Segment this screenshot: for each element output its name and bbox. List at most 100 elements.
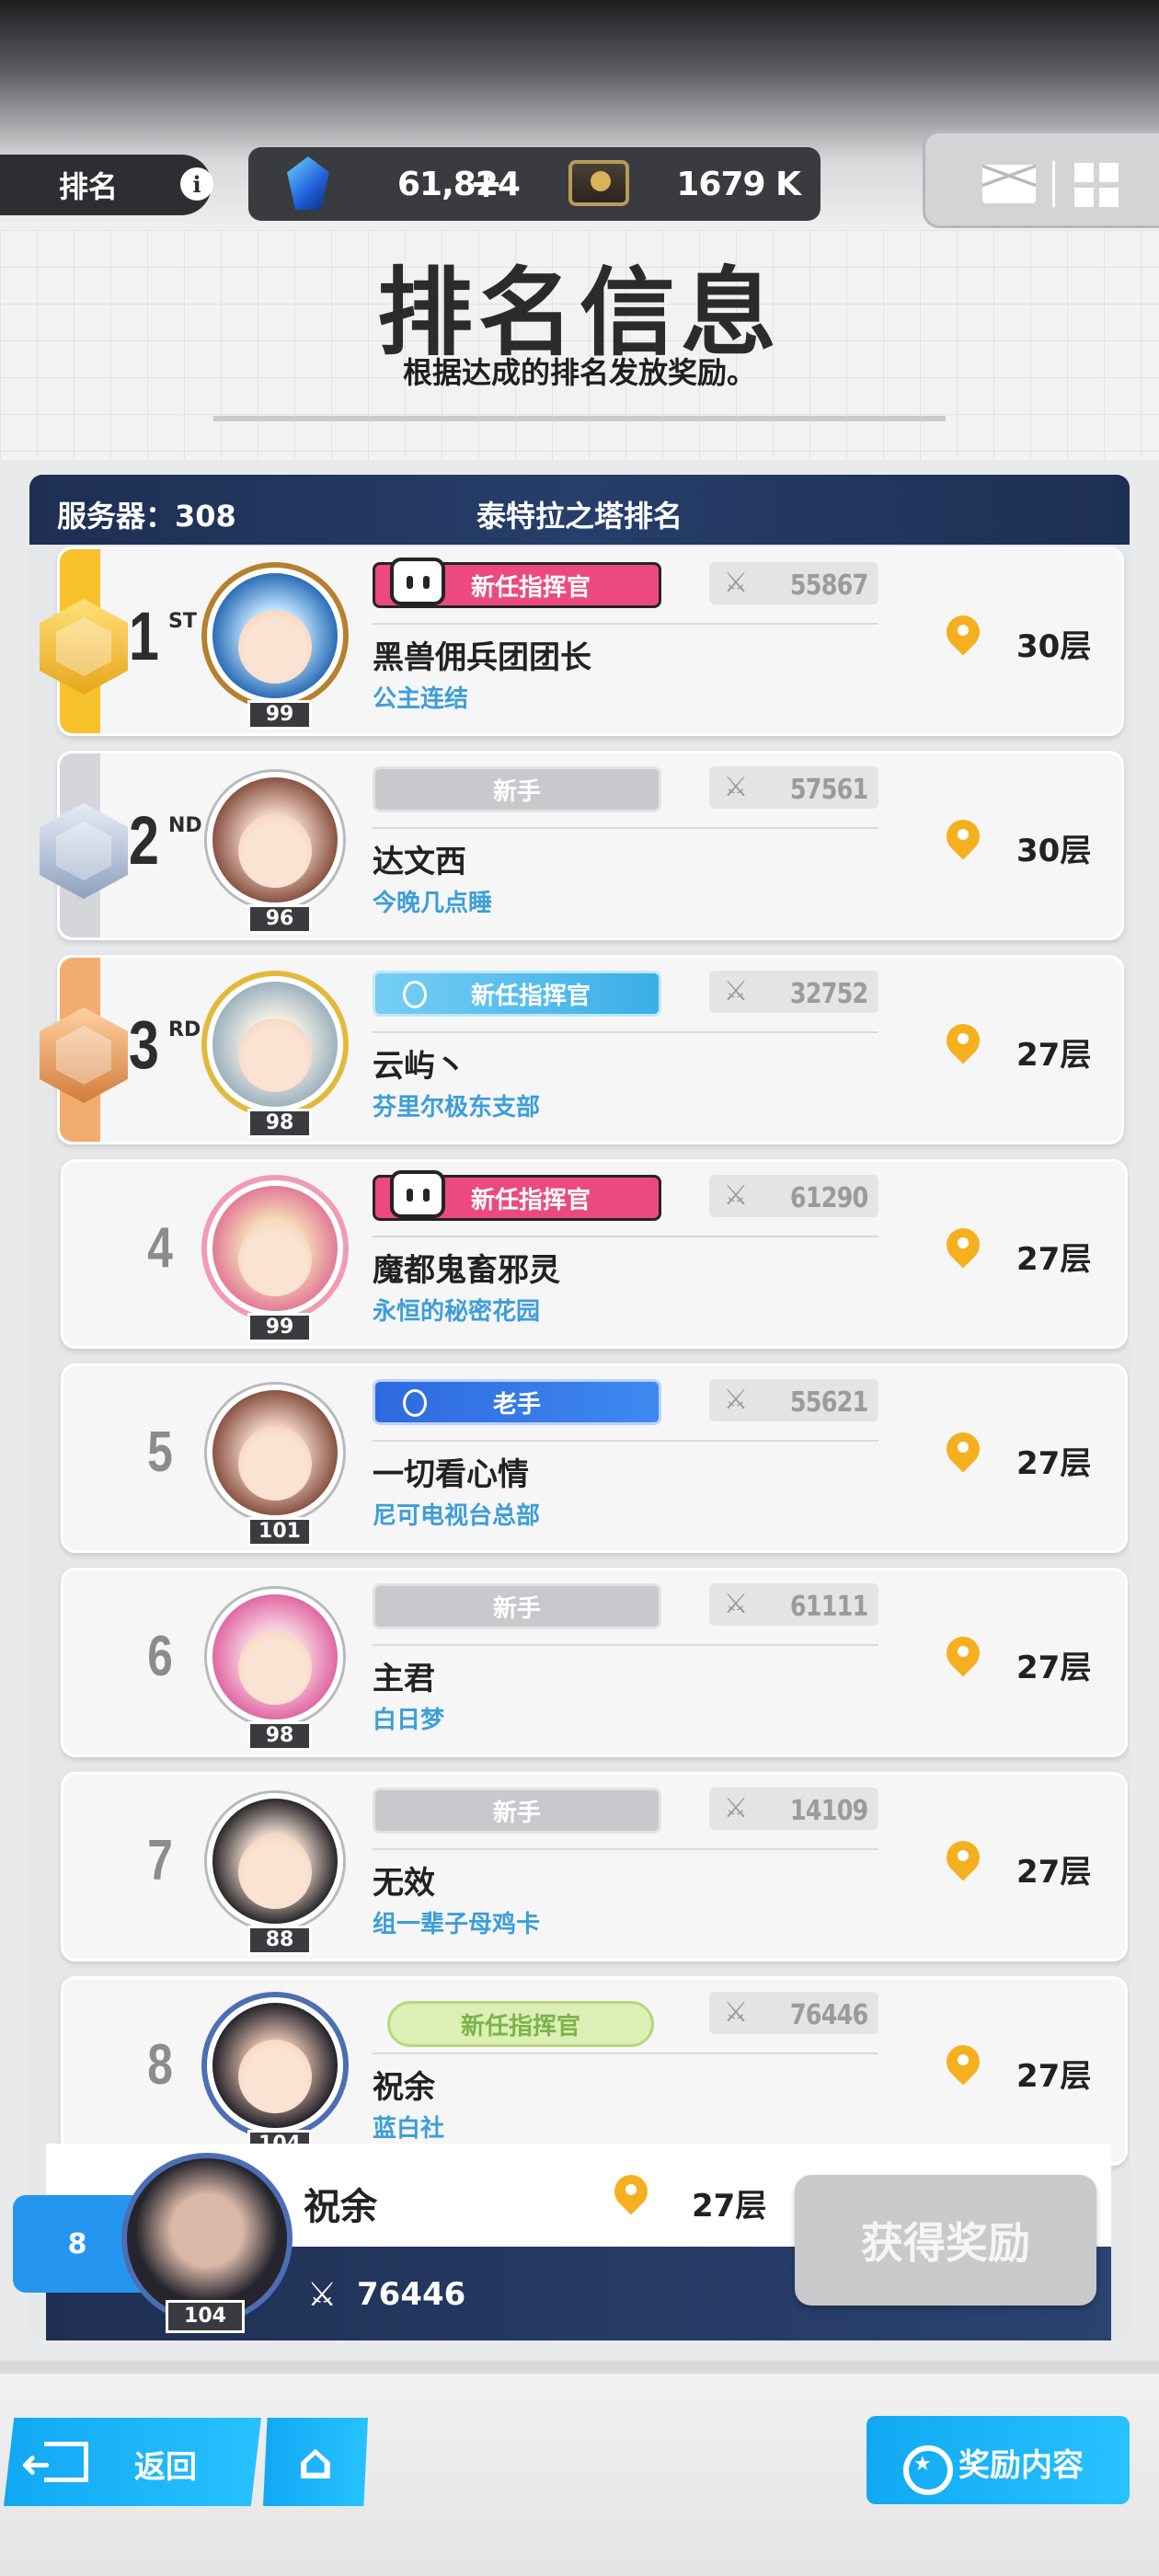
ranking-row[interactable]: 5 101 老手 ⚔ 55621 一切看心情 尼可电视台总部 27层 [61,1363,1128,1553]
claim-reward-button[interactable]: 获得奖励 [795,2175,1096,2306]
ranking-row[interactable]: 4 99 新任指挥官 ⚔ 61290 魔都鬼畜邪灵 永恒的秘密花园 27层 [61,1159,1128,1349]
player-name: 云屿丶 [373,1048,466,1085]
title-badge: 新手 [373,1788,661,1834]
level-tag: 101 [247,1517,312,1547]
rank-number: 5 [147,1420,173,1484]
ranking-row[interactable]: 8 104 新任指挥官 ⚔ 76446 祝余 蓝白社 27层 [61,1976,1128,2166]
avatar[interactable] [207,1997,343,2133]
guild-name: 蓝白社 [373,2115,445,2143]
divider [373,623,878,625]
divider [373,1848,878,1850]
crossed-swords-icon: ⚔ [307,2276,338,2314]
my-rank-number: 8 [67,2227,87,2260]
tv-icon [390,558,445,605]
floor-value: 30层 [1016,833,1092,869]
rank-number: 6 [147,1625,173,1688]
location-pin-icon [947,1228,980,1276]
level-tag: 88 [247,1926,312,1955]
back-label: 返回 [134,2449,197,2486]
gem-icon [287,156,329,210]
divider [373,827,878,829]
avatar[interactable] [207,1385,343,1521]
rank-suffix: ND [168,814,202,837]
rank-number: 2 [129,802,159,879]
power-box: ⚔ 61111 [709,1583,878,1626]
bottom-divider [0,2361,1159,2374]
player-name: 黑兽佣兵团团长 [373,639,591,676]
avatar[interactable] [207,772,343,908]
avatar[interactable] [207,568,343,704]
location-pin-icon [947,820,980,868]
tv-icon [390,1170,445,1218]
rewards-content-button[interactable]: 奖励内容 [866,2416,1130,2504]
floor-value: 27层 [1016,1650,1092,1686]
panel-header: 服务器：308 泰特拉之塔排名 [29,475,1130,545]
ranking-row[interactable]: 7 88 新手 ⚔ 14109 无效 组一辈子母鸡卡 27层 [61,1772,1128,1961]
level-tag: 98 [247,1721,312,1751]
power-box: ⚔ 57561 [709,766,878,809]
location-pin-icon [947,2045,980,2093]
my-player-name: 祝余 [304,2186,377,2228]
rank-number: 3 [129,1006,159,1083]
title-badge-label: 新任指挥官 [460,2012,580,2041]
crossed-swords-icon: ⚔ [723,1996,749,2029]
power-box: ⚔ 32752 [709,971,878,1013]
title-badge: 新任指挥官 [387,2001,654,2047]
ranking-row[interactable]: 1 ST 99 新任指挥官 ⚔ 55867 黑兽佣兵团团长 公主连结 30层 [40,546,1124,736]
avatar[interactable] [207,1180,343,1317]
info-icon[interactable]: i [180,167,213,201]
medal-icon [403,981,427,1008]
guild-name: 永恒的秘密花园 [373,1298,541,1326]
rank-suffix: ST [168,610,197,633]
divider [373,1236,878,1237]
floor-value: 27层 [1016,1241,1092,1278]
power-box: ⚔ 61290 [709,1175,878,1217]
title-badge: 新手 [373,766,661,812]
gold-icon [568,160,629,206]
location-pin-icon [947,1024,980,1072]
my-avatar[interactable] [121,2153,293,2324]
crossed-swords-icon: ⚔ [723,1384,749,1416]
title-badge-label: 新手 [492,1594,541,1623]
power-value: 32752 [789,978,868,1010]
mail-icon[interactable] [982,165,1036,203]
bronze-medal-icon [40,1007,128,1103]
avatar[interactable] [207,976,343,1112]
ranking-row[interactable]: 3 RD 98 新任指挥官 ⚔ 32752 云屿丶 芬里尔极东支部 27层 [40,955,1124,1144]
avatar[interactable] [207,1793,343,1929]
ranking-panel: 服务器：308 泰特拉之塔排名 1 ST 99 新任指挥官 ⚔ 55867 黑兽… [29,475,1130,2339]
home-button[interactable]: ⌂ [263,2418,368,2506]
player-name: 一切看心情 [373,1456,529,1493]
rank-suffix: RD [168,1018,201,1041]
title-badge: 新任指挥官 [373,558,661,608]
crossed-swords-icon: ⚔ [723,771,749,803]
top-right-menu [923,131,1159,228]
power-value: 14109 [789,1795,868,1827]
title-badge-label: 新手 [492,1799,541,1827]
add-gems-button[interactable]: + [469,160,503,207]
my-level-tag: 104 [166,2300,245,2333]
avatar[interactable] [207,1589,343,1725]
menu-grid-icon[interactable] [1074,163,1119,207]
panel-title: 泰特拉之塔排名 [476,499,683,534]
ranking-row[interactable]: 6 98 新手 ⚔ 61111 主君 白日梦 27层 [61,1568,1128,1757]
floor-value: 27层 [1016,1037,1092,1074]
divider [1052,161,1055,207]
guild-name: 芬里尔极东支部 [373,1094,541,1121]
title-badge-label: 新任指挥官 [470,573,591,602]
rewards-content-label: 奖励内容 [958,2447,1084,2484]
crossed-swords-icon: ⚔ [723,1179,749,1212]
power-value: 55621 [789,1386,868,1419]
power-box: ⚔ 55621 [709,1379,878,1421]
claim-reward-label: 获得奖励 [861,2218,1030,2268]
divider [373,2053,878,2054]
back-button[interactable]: 返回 [4,2418,261,2506]
floor-value: 27层 [1016,2058,1092,2095]
level-tag: 96 [247,904,312,934]
crossed-swords-icon: ⚔ [723,1792,749,1824]
power-box: ⚔ 14109 [709,1788,878,1830]
location-pin-icon [947,1841,980,1889]
ranking-row[interactable]: 2 ND 96 新手 ⚔ 57561 达文西 今晚几点睡 30层 [40,751,1124,940]
power-value: 76446 [789,1999,868,2031]
medal-icon [900,2432,953,2495]
